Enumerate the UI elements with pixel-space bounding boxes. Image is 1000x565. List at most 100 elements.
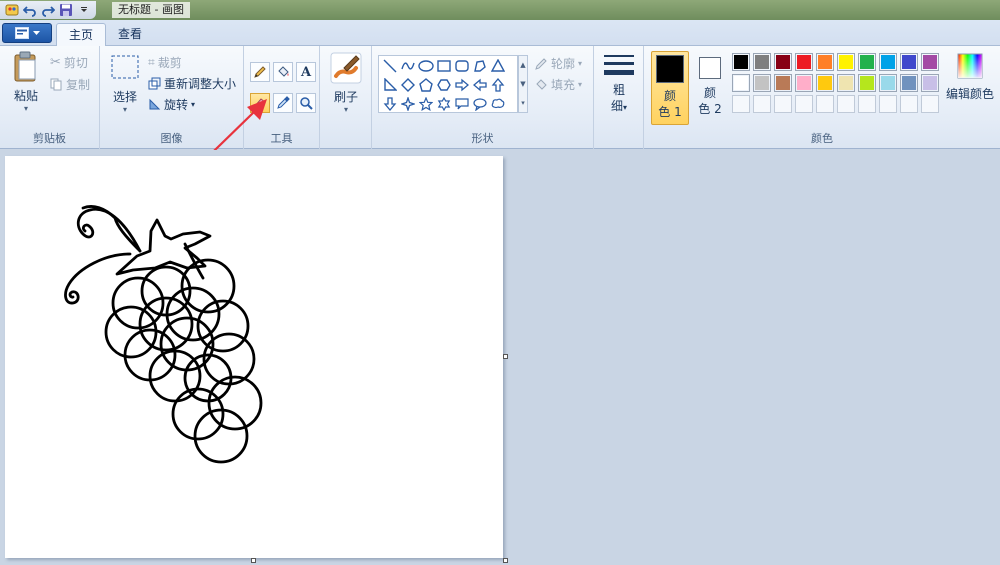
polygon-shape-icon[interactable]: [471, 57, 489, 75]
palette-swatch[interactable]: [774, 74, 792, 92]
palette-swatch[interactable]: [753, 53, 771, 71]
select-button[interactable]: 选择 ▾: [108, 54, 142, 114]
palette-swatch[interactable]: [774, 53, 792, 71]
oval-callout-shape-icon[interactable]: [471, 95, 489, 113]
expand-gallery-icon[interactable]: ▾: [521, 99, 525, 107]
redo-icon[interactable]: [40, 2, 56, 18]
scroll-up-icon[interactable]: ▲: [520, 61, 525, 69]
workspace[interactable]: [0, 150, 1000, 565]
right-triangle-shape-icon[interactable]: [381, 76, 399, 94]
four-point-star-shape-icon[interactable]: [399, 95, 417, 113]
palette-swatch[interactable]: [879, 53, 897, 71]
select-dropdown-icon[interactable]: ▾: [123, 105, 127, 114]
oval-shape-icon[interactable]: [417, 57, 435, 75]
fill-button[interactable]: 填充 ▾: [534, 76, 582, 93]
colors-group: 颜 色 1 颜 色 2 编辑颜色 颜色: [644, 46, 1000, 149]
palette-swatch[interactable]: [732, 74, 750, 92]
six-point-star-shape-icon[interactable]: [435, 95, 453, 113]
custom-color-slot[interactable]: [732, 95, 750, 113]
pentagon-shape-icon[interactable]: [417, 76, 435, 94]
crop-button[interactable]: ⌗ 裁剪: [148, 54, 182, 71]
line-shape-icon[interactable]: [381, 57, 399, 75]
palette-swatch[interactable]: [900, 74, 918, 92]
paint-app-icon[interactable]: [4, 2, 20, 18]
rectangle-shape-icon[interactable]: [435, 57, 453, 75]
brushes-button[interactable]: 刷子 ▾: [328, 52, 364, 114]
up-arrow-shape-icon[interactable]: [489, 76, 507, 94]
palette-swatch[interactable]: [753, 74, 771, 92]
custom-color-slot[interactable]: [753, 95, 771, 113]
swatch-fill: [776, 55, 790, 69]
palette-swatch[interactable]: [795, 74, 813, 92]
custom-color-slot[interactable]: [900, 95, 918, 113]
custom-color-slot[interactable]: [921, 95, 939, 113]
palette-swatch[interactable]: [795, 53, 813, 71]
fill-icon: [536, 78, 547, 90]
palette-swatch[interactable]: [879, 74, 897, 92]
paste-dropdown-icon[interactable]: ▾: [24, 104, 28, 113]
custom-color-slot[interactable]: [774, 95, 792, 113]
edit-colors-button[interactable]: 编辑颜色: [944, 52, 996, 102]
paste-label: 粘贴: [13, 89, 38, 103]
palette-swatch[interactable]: [816, 53, 834, 71]
palette-swatch[interactable]: [858, 53, 876, 71]
palette-swatch[interactable]: [816, 74, 834, 92]
swatch-fill: [902, 55, 916, 69]
resize-handle-bottom[interactable]: [251, 558, 256, 563]
copy-button[interactable]: 复制: [50, 76, 90, 93]
palette-swatch[interactable]: [837, 74, 855, 92]
outline-button[interactable]: 轮廓 ▾: [534, 55, 582, 72]
palette-swatch[interactable]: [858, 74, 876, 92]
curve-shape-icon[interactable]: [399, 57, 417, 75]
custom-color-slot[interactable]: [879, 95, 897, 113]
triangle-shape-icon[interactable]: [489, 57, 507, 75]
custom-color-slot[interactable]: [837, 95, 855, 113]
text-tool[interactable]: A: [296, 62, 316, 82]
rect-callout-shape-icon[interactable]: [453, 95, 471, 113]
palette-swatch[interactable]: [921, 74, 939, 92]
pencil-tool[interactable]: [250, 62, 270, 82]
custom-color-slot[interactable]: [858, 95, 876, 113]
paste-button[interactable]: 粘贴 ▾: [8, 51, 44, 113]
tab-home[interactable]: 主页: [56, 23, 107, 47]
copy-icon: [50, 78, 62, 91]
size-button[interactable]: 粗 细▾: [600, 52, 638, 116]
palette-swatch[interactable]: [921, 53, 939, 71]
brushes-dropdown-icon[interactable]: ▾: [344, 105, 348, 114]
right-arrow-shape-icon[interactable]: [453, 76, 471, 94]
swatch-fill: [818, 76, 832, 90]
palette-swatch[interactable]: [837, 53, 855, 71]
color1-selector[interactable]: 颜 色 1: [651, 51, 689, 125]
swatch-fill: [881, 76, 895, 90]
colors-group-label: 颜色: [811, 132, 833, 145]
scroll-down-icon[interactable]: ▼: [520, 80, 525, 88]
color2-selector[interactable]: 颜 色 2: [692, 51, 728, 125]
magnifier-tool[interactable]: [296, 93, 316, 113]
hexagon-shape-icon[interactable]: [435, 76, 453, 94]
shapes-gallery: [378, 55, 518, 113]
diamond-shape-icon[interactable]: [399, 76, 417, 94]
color2-swatch: [699, 57, 721, 79]
palette-swatch[interactable]: [900, 53, 918, 71]
rounded-rectangle-shape-icon[interactable]: [453, 57, 471, 75]
undo-icon[interactable]: [22, 2, 38, 18]
down-arrow-shape-icon[interactable]: [381, 95, 399, 113]
customize-qat-icon[interactable]: [76, 2, 92, 18]
custom-color-slot[interactable]: [795, 95, 813, 113]
ribbon: 粘贴 ▾ ✂ 剪切 复制 剪贴板 选择 ▾ ⌗ 裁剪 重新调整大小 旋转 ▾ 图…: [0, 46, 1000, 149]
five-point-star-shape-icon[interactable]: [417, 95, 435, 113]
save-icon[interactable]: [58, 2, 74, 18]
paint-menu-button[interactable]: [2, 23, 52, 43]
left-arrow-shape-icon[interactable]: [471, 76, 489, 94]
tab-view[interactable]: 查看: [106, 23, 154, 46]
drawing-canvas[interactable]: [5, 156, 503, 558]
fill-tool[interactable]: [273, 62, 293, 82]
palette-swatch[interactable]: [732, 53, 750, 71]
shapes-scroll[interactable]: ▲ ▼ ▾: [518, 55, 528, 113]
cut-button[interactable]: ✂ 剪切: [50, 54, 88, 71]
custom-color-slot[interactable]: [816, 95, 834, 113]
resize-handle-right[interactable]: [503, 354, 508, 359]
swatch-fill: [923, 76, 937, 90]
resize-handle-corner[interactable]: [503, 558, 508, 563]
cloud-callout-shape-icon[interactable]: [489, 95, 507, 113]
